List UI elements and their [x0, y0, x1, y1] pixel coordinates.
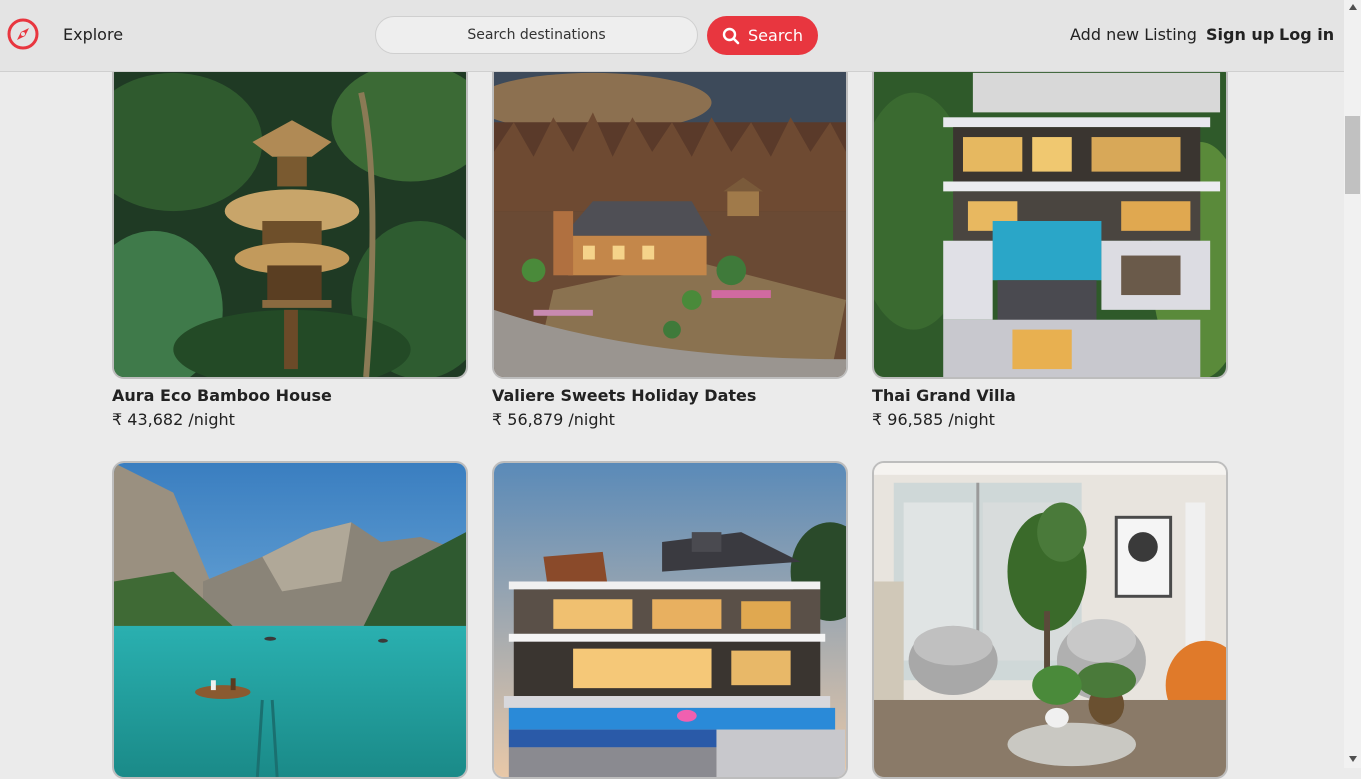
search-button[interactable]: Search [707, 16, 818, 55]
signup-link[interactable]: Sign up [1206, 25, 1274, 44]
listing-title: Aura Eco Bamboo House [112, 386, 332, 405]
search-icon [722, 27, 740, 44]
listing-card[interactable] [112, 461, 468, 779]
nav-explore-link[interactable]: Explore [63, 25, 123, 44]
listing-image[interactable] [112, 461, 468, 779]
listing-card[interactable]: Aura Eco Bamboo House ₹ 43,682 /night [112, 61, 468, 430]
listing-card[interactable]: Valiere Sweets Holiday Dates ₹ 56,879 /n… [492, 61, 848, 430]
listing-card[interactable] [492, 461, 848, 779]
navbar: Explore Search Add new Listing Sign up L… [0, 0, 1344, 72]
compass-icon[interactable] [6, 17, 40, 51]
listing-price: ₹ 43,682 /night [112, 410, 235, 429]
listing-title: Thai Grand Villa [872, 386, 1016, 405]
listing-image[interactable] [492, 61, 848, 379]
login-link[interactable]: Log in [1279, 25, 1334, 44]
listing-price: ₹ 56,879 /night [492, 410, 615, 429]
scroll-down-arrow-icon[interactable] [1348, 755, 1358, 763]
add-listing-link[interactable]: Add new Listing [1070, 25, 1197, 44]
search-input[interactable] [375, 16, 698, 54]
listing-image[interactable] [872, 461, 1228, 779]
search-button-label: Search [748, 26, 803, 45]
listing-title: Valiere Sweets Holiday Dates [492, 386, 757, 405]
listing-card[interactable]: Thai Grand Villa ₹ 96,585 /night [872, 61, 1228, 430]
scroll-up-arrow-icon[interactable] [1348, 3, 1358, 11]
listing-image[interactable] [112, 61, 468, 379]
listing-image[interactable] [492, 461, 848, 779]
scrollbar-thumb[interactable] [1345, 116, 1360, 194]
listing-card[interactable] [872, 461, 1228, 779]
listing-image[interactable] [872, 61, 1228, 379]
listing-price: ₹ 96,585 /night [872, 410, 995, 429]
